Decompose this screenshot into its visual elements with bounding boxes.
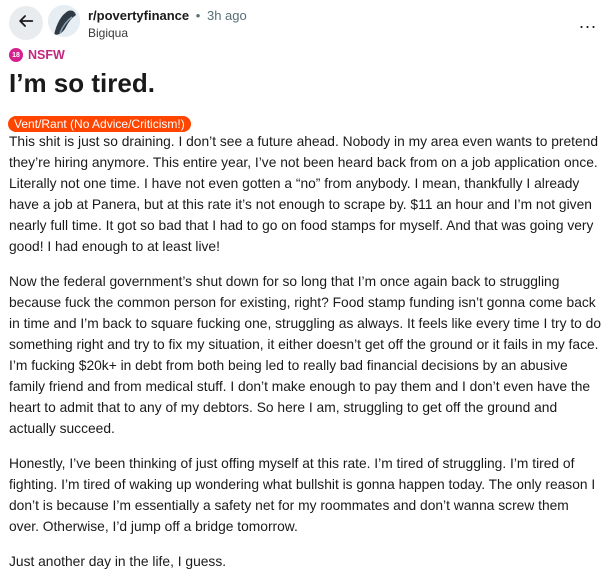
author-link[interactable]: Bigiqua [88, 25, 128, 41]
post-paragraph: This shit is just so draining. I don’t s… [9, 134, 599, 254]
meta-separator: • [195, 8, 201, 23]
post-flair[interactable]: Vent/Rant (No Advice/Criticism!) [8, 116, 191, 132]
post-title: I’m so tired. [9, 68, 155, 98]
post-meta: r/povertyfinance • 3h ago [88, 8, 247, 24]
post-paragraph: Honestly, I’ve been thinking of just off… [9, 456, 596, 534]
subreddit-avatar[interactable] [48, 5, 80, 37]
post-paragraph: Just another day in the life, I guess. [9, 554, 227, 569]
subreddit-link[interactable]: r/povertyfinance [88, 8, 189, 23]
post-body: This shit is just so draining. I don’t s… [9, 131, 601, 586]
post-time: 3h ago [206, 8, 247, 23]
nsfw-tag: 18 NSFW [9, 47, 65, 63]
back-button[interactable] [9, 6, 43, 40]
nsfw-label: NSFW [28, 48, 65, 62]
post-paragraph: Now the federal government’s shut down f… [9, 274, 602, 436]
arrow-left-icon [17, 12, 35, 35]
more-horizontal-icon: ... [578, 11, 597, 32]
nsfw-18-icon: 18 [9, 48, 23, 62]
post-header: r/povertyfinance • 3h ago Bigiqua ... [0, 0, 614, 48]
more-options-button[interactable]: ... [576, 12, 600, 32]
